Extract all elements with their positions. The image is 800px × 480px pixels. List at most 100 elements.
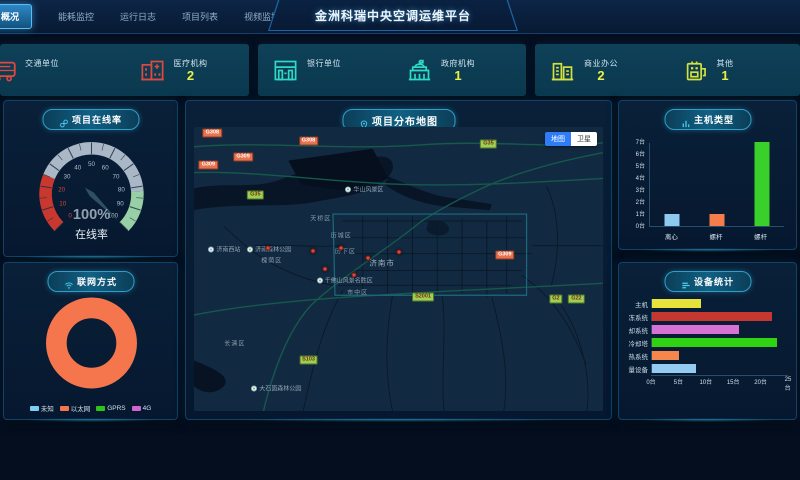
device-row-量设备: 量设备: [621, 362, 788, 375]
stat-text: 商业办公2: [584, 58, 618, 83]
map-mode-button[interactable]: 地图: [545, 132, 571, 146]
device-row-冷却塔: 冷却塔: [621, 336, 788, 349]
device-row-label: 冷却塔: [621, 338, 651, 348]
device-row-label: 却系统: [621, 325, 651, 335]
y-tick-label: 6台: [623, 149, 645, 158]
donut-segment: [56, 308, 126, 378]
poi-marker-华山风景区[interactable]: 华山风景区: [345, 185, 383, 194]
poi-dot-icon: [251, 385, 257, 391]
device-row-track: [651, 325, 788, 334]
device-row-热系统: 热系统: [621, 349, 788, 362]
device-row-冻系统: 冻系统: [621, 310, 788, 323]
tab-项目列表[interactable]: 项目列表: [182, 10, 218, 23]
device-row-bar: [652, 312, 772, 321]
x-category-label: 离心: [665, 231, 678, 241]
stat-text: 政府机构1: [441, 58, 475, 83]
area-label-天桥区: 天桥区: [310, 213, 331, 222]
stat-item-商业办公: 商业办公2: [535, 57, 668, 84]
title-banner: 金洲科瑞中央空调运维平台: [268, 0, 518, 31]
device-row-track: [651, 338, 788, 347]
link-icon: [59, 115, 68, 124]
poi-dot-icon: [208, 246, 214, 252]
panel-device-stats: 设备统计 主机冻系统却系统冷却塔热系统量设备 0台5台10台15台20台25台: [618, 262, 797, 420]
panel-device-stats-header: 设备统计: [664, 271, 751, 292]
legend-item-GPRS[interactable]: GPRS: [96, 403, 125, 413]
legend-item-未知[interactable]: 未知: [30, 403, 54, 413]
legend-item-以太网[interactable]: 以太网: [60, 403, 91, 413]
bar-螺杆: [754, 142, 769, 226]
tab-运行日志[interactable]: 运行日志: [120, 10, 156, 23]
poi-dot-icon: [317, 277, 323, 283]
road-badge-G35: G35: [480, 140, 496, 149]
poi-label: 济南西站: [216, 245, 240, 254]
gauge-tick-label: 30: [64, 173, 71, 180]
pin-icon: [359, 116, 368, 125]
legend-swatch: [132, 406, 141, 411]
stat-card: 交通单位医疗机构2: [0, 44, 249, 96]
x-tick-label: 0台: [646, 377, 655, 386]
poi-marker-济南西站[interactable]: 济南西站: [208, 245, 240, 254]
tab-概况[interactable]: 概况: [0, 4, 32, 29]
y-tick-label: 3台: [623, 185, 645, 194]
panel-title: 联网方式: [77, 275, 117, 288]
stat-item-政府机构: 政府机构1: [392, 57, 526, 84]
legend-swatch: [30, 406, 39, 411]
stat-text: 银行单位: [307, 58, 341, 83]
y-tick-label: 1台: [623, 209, 645, 218]
x-tick-label: 25台: [785, 377, 792, 392]
road-badge-G309: G309: [199, 161, 218, 170]
stat-item-银行单位: 银行单位: [258, 57, 392, 84]
project-marker[interactable]: [322, 267, 327, 272]
device-row-track: [651, 299, 788, 308]
stat-value: 2: [187, 69, 194, 83]
stats-icon: [681, 277, 690, 286]
y-tick-label: 2台: [623, 197, 645, 206]
device-stats-bar-chart: 主机冻系统却系统冷却塔热系统量设备 0台5台10台15台20台25台: [621, 297, 788, 413]
page-title: 金洲科瑞中央空调运维平台: [315, 7, 471, 24]
gauge-tick-label: 90: [117, 201, 124, 208]
x-category-label: 螺杆: [754, 231, 767, 241]
device-row-bar: [652, 338, 777, 347]
gauge-tick-label: 10: [59, 201, 66, 208]
panel-title: 主机类型: [694, 113, 734, 126]
road-badge-G35: G35: [247, 191, 263, 200]
top-nav: 概况能耗监控运行日志项目列表视频监控 金洲科瑞中央空调运维平台: [0, 0, 800, 34]
satellite-mode-button[interactable]: 卫星: [571, 132, 597, 146]
gauge-tick-label: 50: [88, 161, 95, 168]
map-canvas[interactable]: G308G308G309G309G309G35G35S2001S103G2G22…: [194, 127, 603, 411]
x-category-label: 螺杆: [710, 231, 723, 241]
tab-能耗监控[interactable]: 能耗监控: [58, 10, 94, 23]
panel-host-type: 主机类型 0台1台2台3台4台5台6台7台离心螺杆螺杆: [618, 100, 797, 250]
poi-label: 大石崮森林公园: [259, 384, 301, 393]
other-icon: [682, 57, 709, 84]
device-row-label: 主机: [621, 299, 651, 309]
device-stats-rows: 主机冻系统却系统冷却塔热系统量设备: [621, 297, 788, 375]
stat-text: 医疗机构2: [174, 58, 208, 83]
bank-icon: [272, 57, 299, 84]
y-tick-label: 4台: [623, 173, 645, 182]
device-row-bar: [652, 325, 739, 334]
stat-label: 商业办公: [584, 58, 618, 69]
panel-network-type: 联网方式 未知以太网 GPRS 4G: [3, 262, 178, 420]
project-marker[interactable]: [265, 245, 270, 250]
legend-item-4G[interactable]: 4G: [132, 403, 152, 413]
panel-title: 设备统计: [694, 275, 734, 288]
project-marker[interactable]: [351, 272, 356, 277]
project-marker[interactable]: [310, 248, 315, 253]
poi-marker-千佛山风景名胜区[interactable]: 千佛山风景名胜区: [317, 276, 373, 285]
poi-marker-大石崮森林公园[interactable]: 大石崮森林公园: [251, 384, 301, 393]
stat-label: 政府机构: [441, 58, 475, 69]
project-marker[interactable]: [339, 245, 344, 250]
gauge-tick-label: 20: [58, 187, 65, 194]
map-type-control: 地图 卫星: [545, 132, 597, 146]
panel-project-map: 项目分布地图: [185, 100, 612, 420]
legend-label: 未知: [41, 403, 54, 413]
project-marker[interactable]: [396, 249, 401, 254]
panel-host-type-header: 主机类型: [664, 109, 751, 130]
road-badge-S103: S103: [299, 355, 318, 364]
project-marker[interactable]: [365, 255, 370, 260]
road-badge-G308: G308: [203, 128, 222, 137]
gauge-tick-label: 60: [102, 164, 109, 171]
device-row-track: [651, 364, 788, 373]
wifi-icon: [64, 277, 73, 286]
